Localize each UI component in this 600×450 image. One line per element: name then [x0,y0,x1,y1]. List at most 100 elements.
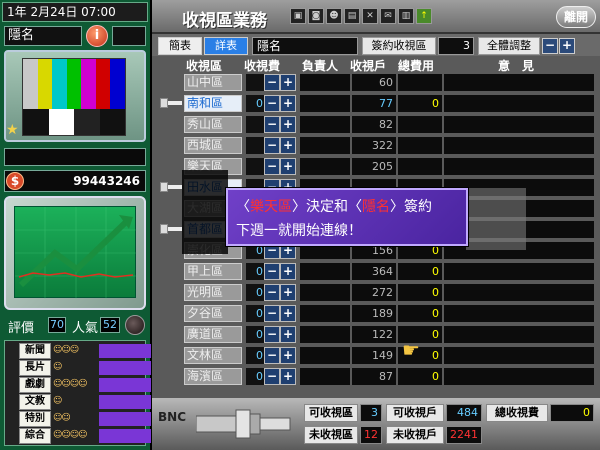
unavail-household-label: 未收視戶 [386,426,444,444]
table-row[interactable]: 海濱區 0− +87 0 [158,367,594,386]
district-name[interactable]: 西城區 [184,137,242,154]
table-row[interactable]: 夕谷區 0− +189 0 [158,304,594,323]
genre-row[interactable]: 特別 ☺☺ [19,411,151,428]
table-row[interactable]: 文林區 0− +149 0 [158,346,594,365]
fee-plus-button[interactable]: + [280,158,296,175]
genre-row[interactable]: 文教 ☺ [19,394,151,411]
genre-bar [99,429,151,443]
households-value: 82 [352,116,396,133]
fee-plus-button[interactable]: + [280,326,296,343]
district-name[interactable]: 南和區 [184,95,242,112]
adjust-all-plus-button[interactable]: + [559,38,575,54]
fee-minus-button[interactable]: − [264,116,280,133]
households-value: 60 [352,74,396,91]
fee-plus-button[interactable]: + [280,137,296,154]
opinion-cell [444,116,594,133]
total-fee-cell [398,158,442,175]
table-row[interactable]: 甲上區 0− +364 0 [158,262,594,281]
district-name[interactable]: 光明區 [184,284,242,301]
manager-cell[interactable] [300,284,350,301]
manager-cell[interactable] [300,368,350,385]
unavail-district-label: 未收視區 [304,426,358,444]
staff-icons: ☺ [53,396,62,406]
fee-minus-button[interactable]: − [264,263,280,280]
adjust-all-label: 全體調整 [478,37,540,55]
person-icon[interactable]: ☻ [326,8,342,24]
table-row[interactable]: 光明區 0− +272 0 [158,283,594,302]
table-row[interactable]: 山中區 − +60 [158,73,594,92]
district-name[interactable]: 秀山區 [184,116,242,133]
film-icon[interactable]: ▤ [344,8,360,24]
total-fee-value: 0 [550,404,594,422]
fee-plus-button[interactable]: + [280,74,296,91]
popularity-value: 52 [100,317,120,333]
fee-plus-button[interactable]: + [280,305,296,322]
fee-plus-button[interactable]: + [280,347,296,364]
fee-minus-button[interactable]: − [264,347,280,364]
col-district: 收視區 [186,59,223,73]
table-row[interactable]: 廣道區 0− +122 0 [158,325,594,344]
genre-row[interactable]: 綜合 ☺☺☺☺ [19,428,151,445]
manager-cell[interactable] [300,263,350,280]
district-name[interactable]: 廣道區 [184,326,242,343]
knob-icon[interactable] [125,315,145,335]
district-name[interactable]: 甲上區 [184,263,242,280]
manager-cell[interactable] [300,95,350,112]
tools-icon[interactable]: ✕ [362,8,378,24]
col-households: 收視戶 [350,59,387,73]
table-row[interactable]: 秀山區 − +82 [158,115,594,134]
popup-shadow [182,170,228,254]
district-name[interactable]: 文林區 [184,347,242,364]
total-fee-cell: 0 [398,95,442,112]
tv-icon[interactable]: ▣ [290,8,306,24]
total-fee-label: 總收視費 [486,404,548,422]
manager-cell[interactable] [300,74,350,91]
fee-value [246,116,264,133]
genre-bar [99,378,151,392]
chart-icon[interactable]: ▥ [398,8,414,24]
total-fee-cell: 0 [398,263,442,280]
district-name[interactable]: 山中區 [184,74,242,91]
manager-cell[interactable] [300,116,350,133]
plug-icon [160,98,182,108]
genre-row[interactable]: 新聞 ☺☺☺ [19,343,151,360]
manager-cell[interactable] [300,137,350,154]
fee-minus-button[interactable]: − [264,137,280,154]
bnc-label: BNC [158,410,186,424]
fee-minus-button[interactable]: − [264,284,280,301]
table-row[interactable]: 南和區 0− +77 0 [158,94,594,113]
adjust-all-minus-button[interactable]: − [542,38,558,54]
manager-cell[interactable] [300,347,350,364]
leave-button[interactable]: 離開 [556,6,596,28]
fee-plus-button[interactable]: + [280,116,296,133]
manager-cell[interactable] [300,305,350,322]
table-row[interactable]: 西城區 − +322 [158,136,594,155]
dollar-icon: $ [6,172,24,190]
genre-row[interactable]: 長片 ☺ [19,360,151,377]
tab-detail[interactable]: 詳表 [204,37,248,55]
flag-icon[interactable]: ↑ [416,8,432,24]
manager-cell[interactable] [300,326,350,343]
fee-minus-button[interactable]: − [264,326,280,343]
households-value: 149 [352,347,396,364]
fee-minus-button[interactable]: − [264,95,280,112]
fee-value: 0 [246,305,264,322]
camera-icon[interactable]: ◙ [308,8,324,24]
genre-bar [99,412,151,426]
fee-plus-button[interactable]: + [280,284,296,301]
fee-minus-button[interactable]: − [264,305,280,322]
fee-plus-button[interactable]: + [280,368,296,385]
manager-cell[interactable] [300,158,350,175]
fee-minus-button[interactable]: − [264,368,280,385]
district-name[interactable]: 夕谷區 [184,305,242,322]
fee-minus-button[interactable]: − [264,74,280,91]
genre-row[interactable]: 戲劇 ☺☺☺☺ [19,377,151,394]
fee-plus-button[interactable]: + [280,263,296,280]
mail-icon[interactable]: ✉ [380,8,396,24]
opinion-cell [444,305,594,322]
info-icon[interactable]: i [86,25,108,47]
tab-simple[interactable]: 簡表 [158,37,202,55]
district-name[interactable]: 海濱區 [184,368,242,385]
fee-plus-button[interactable]: + [280,95,296,112]
fee-minus-button[interactable]: − [264,158,280,175]
